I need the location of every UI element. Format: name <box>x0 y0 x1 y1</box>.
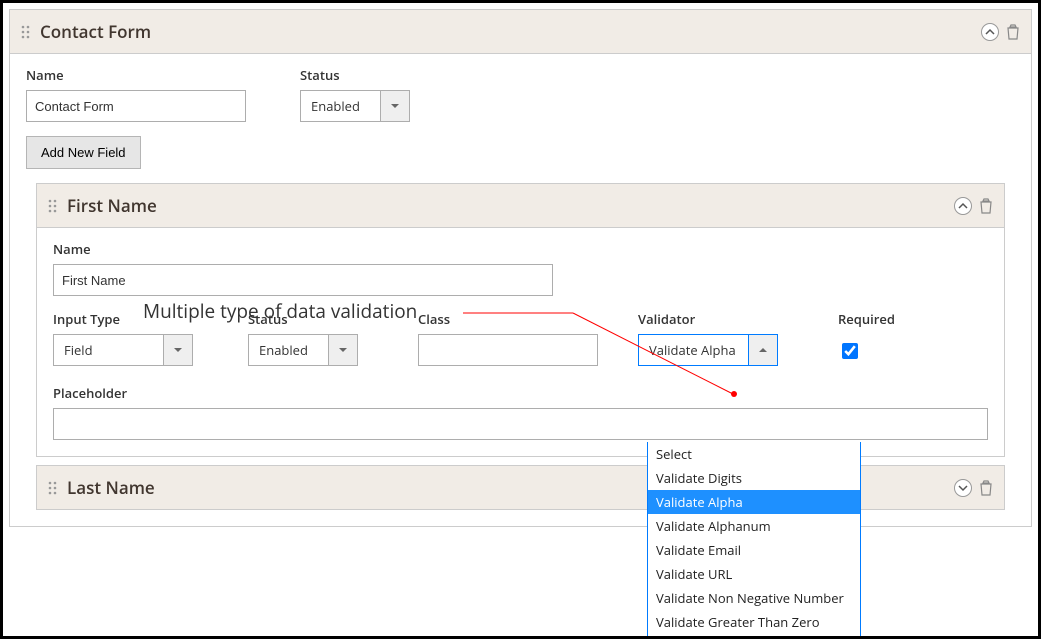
drag-handle-icon[interactable] <box>20 25 32 39</box>
name-label: Name <box>26 66 246 84</box>
drag-handle-icon[interactable] <box>47 199 59 213</box>
input-type-value: Field <box>53 334 163 366</box>
collapse-icon[interactable] <box>954 197 972 215</box>
placeholder-label: Placeholder <box>53 384 988 402</box>
annotation-dot-icon <box>731 391 737 397</box>
field-status-select[interactable]: Enabled <box>248 334 378 366</box>
chevron-down-icon[interactable] <box>380 90 410 122</box>
input-type-label: Input Type <box>53 310 208 328</box>
panel-title: Contact Form <box>40 20 981 43</box>
chevron-up-icon[interactable] <box>748 334 778 366</box>
placeholder-input[interactable] <box>53 408 988 440</box>
class-label: Class <box>418 310 598 328</box>
validator-option[interactable]: Validate URL <box>648 562 860 586</box>
panel-body: Name Input Type Field <box>37 228 1004 456</box>
chevron-down-icon[interactable] <box>328 334 358 366</box>
panel-header: First Name <box>37 184 1004 228</box>
validator-option[interactable]: Validate Digits <box>648 466 860 490</box>
validator-option[interactable]: Validate Zero or greater <box>648 634 860 636</box>
trash-icon[interactable] <box>978 197 994 215</box>
status-label: Status <box>248 310 378 328</box>
validator-option[interactable]: Validate Alphanum <box>648 514 860 538</box>
required-label: Required <box>838 310 918 328</box>
required-checkbox[interactable] <box>842 343 858 359</box>
panel-header: Contact Form <box>10 10 1031 54</box>
validator-option[interactable]: Validate Non Negative Number <box>648 586 860 610</box>
collapse-icon[interactable] <box>981 23 999 41</box>
class-input[interactable] <box>418 334 598 366</box>
validator-option[interactable]: Validate Greater Than Zero <box>648 610 860 634</box>
validator-dropdown[interactable]: SelectValidate DigitsValidate AlphaValid… <box>647 442 861 636</box>
panel-contact-form: Contact Form Name Status Enabl <box>9 9 1032 527</box>
validator-value: Validate Alpha <box>638 334 748 366</box>
validator-option[interactable]: Select <box>648 442 860 466</box>
validator-select[interactable]: Validate Alpha <box>638 334 798 366</box>
field-name-input[interactable] <box>53 264 553 296</box>
add-new-field-button[interactable]: Add New Field <box>26 136 141 169</box>
trash-icon[interactable] <box>1005 23 1021 41</box>
input-type-select[interactable]: Field <box>53 334 208 366</box>
validator-option[interactable]: Validate Email <box>648 538 860 562</box>
validator-option[interactable]: Validate Alpha <box>648 490 860 514</box>
status-value: Enabled <box>248 334 328 366</box>
status-label: Status <box>300 66 440 84</box>
expand-icon[interactable] <box>954 479 972 497</box>
chevron-down-icon[interactable] <box>163 334 193 366</box>
drag-handle-icon[interactable] <box>47 481 59 495</box>
panel-title: First Name <box>67 194 954 217</box>
validator-label: Validator <box>638 310 798 328</box>
name-input[interactable] <box>26 90 246 122</box>
status-select[interactable]: Enabled <box>300 90 440 122</box>
trash-icon[interactable] <box>978 479 994 497</box>
panel-body: Name Status Enabled Add New Field <box>10 54 1031 526</box>
status-value: Enabled <box>300 90 380 122</box>
name-label: Name <box>53 240 553 258</box>
panel-first-name: First Name Name <box>36 183 1005 457</box>
